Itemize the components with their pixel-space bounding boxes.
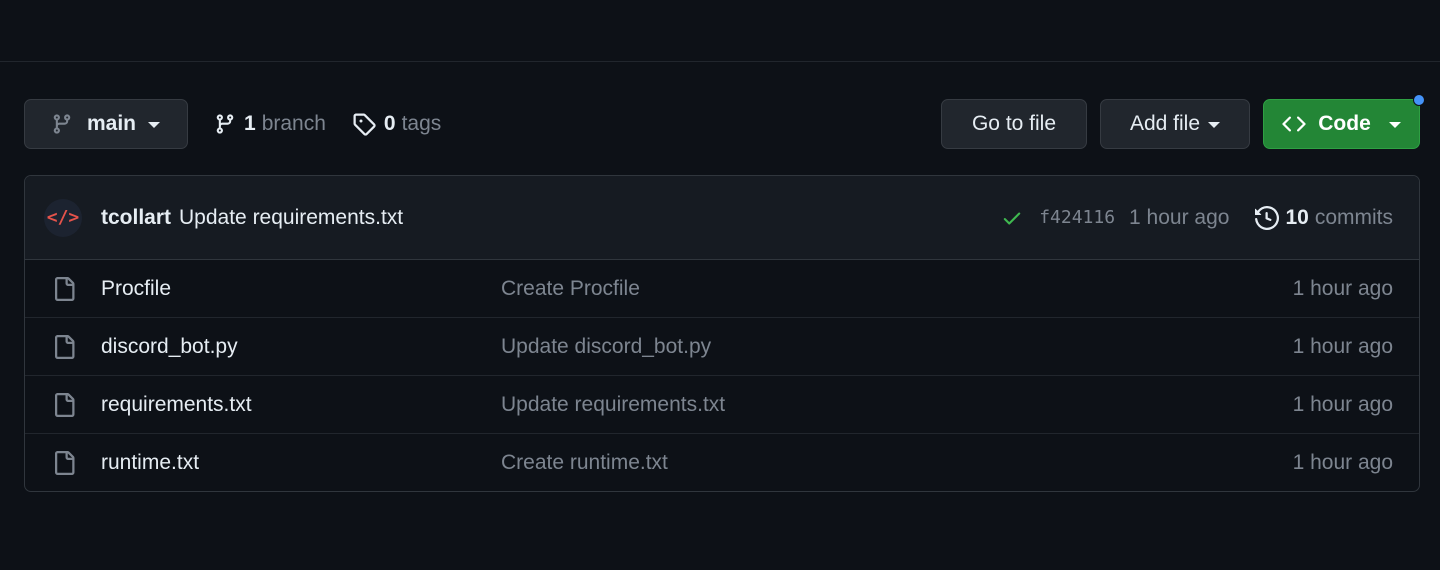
commit-author[interactable]: tcollart <box>101 206 171 230</box>
file-icon <box>52 392 76 418</box>
commit-time: 1 hour ago <box>1129 205 1230 229</box>
file-row[interactable]: Procfile Create Procfile 1 hour ago <box>25 260 1419 318</box>
go-to-file-button[interactable]: Go to file <box>941 99 1087 149</box>
check-icon[interactable] <box>1001 207 1023 229</box>
git-branch-icon <box>51 112 73 136</box>
commit-sha[interactable]: f424116 <box>1039 207 1115 228</box>
latest-commit-bar: </> tcollart Update requirements.txt f42… <box>25 176 1419 260</box>
file-icon <box>52 450 76 476</box>
toolbar-actions: Go to file Add file Code <box>941 94 1425 149</box>
file-time: 1 hour ago <box>1292 276 1393 300</box>
code-label: Code <box>1318 112 1371 135</box>
tags-link[interactable]: 0 tags <box>352 112 441 136</box>
notification-dot <box>1413 94 1425 106</box>
tag-icon <box>352 112 376 136</box>
file-icon <box>52 276 76 302</box>
file-commit-message[interactable]: Create Procfile <box>501 277 640 301</box>
file-commit-message[interactable]: Update requirements.txt <box>501 393 725 417</box>
commits-link[interactable]: 10 commits <box>1255 206 1393 230</box>
file-icon <box>52 334 76 360</box>
file-time: 1 hour ago <box>1292 450 1393 474</box>
avatar[interactable]: </> <box>44 198 82 237</box>
top-header-strip <box>0 0 1440 62</box>
caret-down-icon <box>1208 122 1221 128</box>
file-name[interactable]: requirements.txt <box>101 393 501 417</box>
go-to-file-label: Go to file <box>971 112 1057 135</box>
file-commit-message[interactable]: Update discord_bot.py <box>501 335 711 359</box>
commit-label: commits <box>1314 205 1393 229</box>
file-row[interactable]: runtime.txt Create runtime.txt 1 hour ag… <box>25 434 1419 491</box>
file-name[interactable]: runtime.txt <box>101 451 501 475</box>
code-icon <box>1282 112 1306 136</box>
caret-down-icon <box>1388 122 1401 128</box>
repo-toolbar: main 1 branch 0 tags Go to file Add file… <box>24 94 1425 149</box>
code-button[interactable]: Code <box>1263 94 1425 149</box>
git-branch-icon <box>214 112 236 136</box>
file-row[interactable]: requirements.txt Update requirements.txt… <box>25 376 1419 434</box>
caret-down-icon <box>148 122 161 128</box>
file-browser: </> tcollart Update requirements.txt f42… <box>24 175 1420 492</box>
history-icon <box>1255 205 1280 230</box>
commit-meta: f424116 1 hour ago 10 commits <box>1001 206 1393 230</box>
file-commit-message[interactable]: Create runtime.txt <box>501 451 668 475</box>
branch-label: branch <box>261 112 326 135</box>
file-name[interactable]: discord_bot.py <box>101 335 501 359</box>
branch-selector-button[interactable]: main <box>24 99 188 149</box>
tag-label: tags <box>401 112 442 135</box>
branch-count: 1 <box>244 112 256 135</box>
file-time: 1 hour ago <box>1292 334 1393 358</box>
tag-count: 0 <box>383 112 396 135</box>
commit-count: 10 <box>1285 205 1309 229</box>
add-file-button[interactable]: Add file <box>1100 99 1250 149</box>
branch-name: main <box>87 112 137 135</box>
commit-message[interactable]: Update requirements.txt <box>179 206 403 230</box>
branches-link[interactable]: 1 branch <box>214 112 326 136</box>
add-file-label: Add file <box>1129 112 1201 135</box>
file-name[interactable]: Procfile <box>101 277 501 301</box>
file-time: 1 hour ago <box>1292 392 1393 416</box>
file-row[interactable]: discord_bot.py Update discord_bot.py 1 h… <box>25 318 1419 376</box>
